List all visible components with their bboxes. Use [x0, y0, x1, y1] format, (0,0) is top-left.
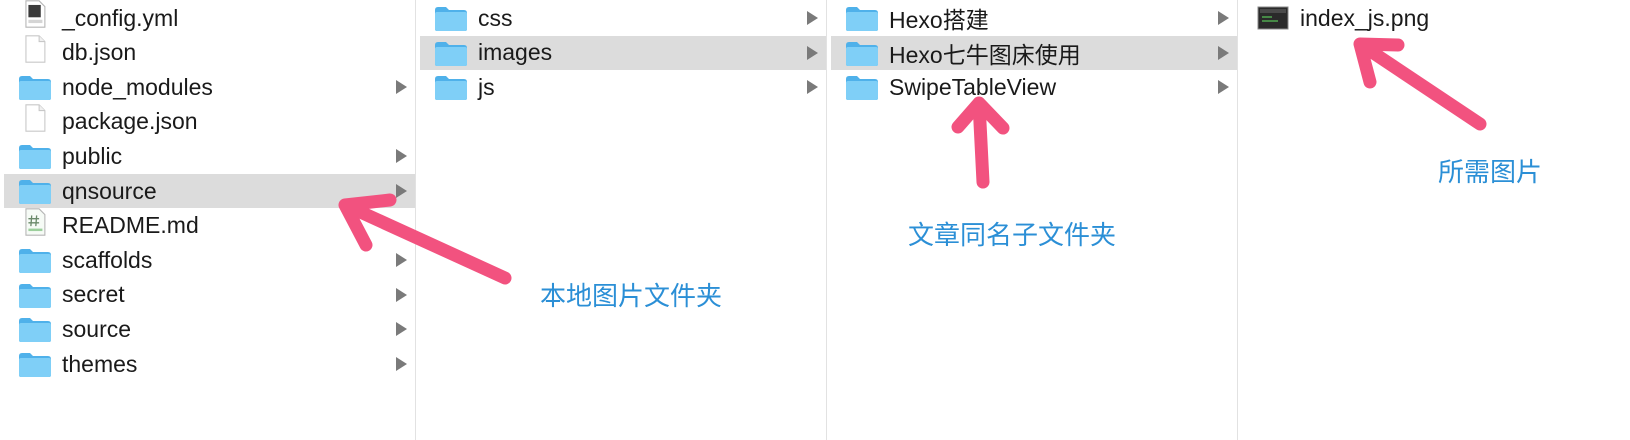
item-label: css — [478, 4, 513, 31]
list-item[interactable]: scaffolds — [4, 243, 415, 277]
item-label: node_modules — [62, 73, 213, 100]
folder-icon — [845, 39, 879, 67]
column-root[interactable]: _config.yml db.json node_modules package.js… — [0, 0, 416, 440]
item-label: package.json — [62, 108, 198, 135]
chevron-right-icon[interactable] — [807, 80, 818, 95]
item-label: js — [478, 73, 495, 100]
folder-icon — [18, 177, 52, 205]
column-article-folder[interactable]: index_js.png — [1238, 0, 1630, 440]
item-label: Hexo搭建 — [889, 7, 989, 33]
folder-icon — [434, 73, 468, 101]
item-label: images — [478, 39, 553, 66]
chevron-right-icon[interactable] — [396, 287, 407, 302]
folder-icon — [18, 246, 52, 274]
annotation-required-image: 所需图片 — [1438, 158, 1543, 188]
chevron-right-icon[interactable] — [396, 80, 407, 95]
list-item[interactable]: public — [4, 139, 415, 173]
list-item[interactable]: package.json — [4, 104, 415, 139]
list-item[interactable]: node_modules — [4, 70, 415, 104]
markdown-file-icon — [18, 207, 52, 240]
blank-file-icon — [18, 104, 52, 136]
folder-icon — [18, 315, 52, 343]
list-item[interactable]: themes — [4, 347, 415, 381]
item-label: Hexo七牛图床使用 — [889, 41, 1081, 68]
blank-file-icon — [18, 34, 52, 67]
item-label: qnsource — [62, 177, 157, 204]
folder-icon — [845, 73, 879, 101]
folder-icon — [434, 4, 468, 32]
item-label: _config.yml — [62, 4, 179, 31]
chevron-right-icon[interactable] — [807, 45, 818, 60]
annotation-same-name-subfolder: 文章同名子文件夹 — [908, 221, 1117, 251]
list-item[interactable]: index_js.png — [1242, 1, 1630, 35]
column-qnsource[interactable]: css images js — [416, 0, 827, 440]
list-item[interactable]: qnsource — [4, 174, 415, 208]
chevron-right-icon[interactable] — [396, 322, 407, 337]
list-item[interactable]: Hexo搭建 — [831, 1, 1237, 35]
item-label: SwipeTableView — [889, 73, 1057, 100]
list-item[interactable]: source — [4, 312, 415, 346]
item-label: secret — [62, 281, 125, 308]
item-label: README.md — [62, 212, 199, 239]
chevron-right-icon[interactable] — [1218, 80, 1229, 95]
list-item[interactable]: _config.yml — [4, 0, 415, 35]
list-item[interactable]: SwipeTableView — [831, 70, 1237, 104]
chevron-right-icon[interactable] — [1218, 11, 1229, 25]
yaml-file-icon — [18, 0, 52, 32]
chevron-right-icon[interactable] — [1218, 45, 1229, 60]
chevron-right-icon[interactable] — [396, 357, 407, 371]
list-item[interactable]: Hexo七牛图床使用 — [831, 35, 1237, 70]
chevron-right-icon[interactable] — [396, 253, 407, 268]
item-label: index_js.png — [1300, 4, 1430, 31]
item-label: public — [62, 142, 123, 169]
annotation-local-image-folder: 本地图片文件夹 — [540, 282, 723, 312]
list-item[interactable]: images — [420, 35, 826, 70]
chevron-right-icon[interactable] — [396, 149, 407, 164]
folder-icon — [18, 73, 52, 101]
folder-icon — [845, 4, 879, 32]
folder-icon — [434, 39, 468, 67]
folder-icon — [18, 281, 52, 309]
image-file-icon — [1256, 4, 1290, 32]
folder-icon — [18, 142, 52, 170]
chevron-right-icon[interactable] — [807, 11, 818, 25]
item-label: scaffolds — [62, 246, 153, 273]
finder-column-browser: _config.yml db.json node_modules package.js… — [0, 0, 1630, 440]
item-label: db.json — [62, 39, 137, 66]
folder-icon — [18, 350, 52, 378]
list-item[interactable]: js — [420, 70, 826, 104]
item-label: themes — [62, 350, 138, 377]
item-label: source — [62, 315, 132, 342]
chevron-right-icon[interactable] — [396, 184, 407, 198]
list-item[interactable]: db.json — [4, 34, 415, 70]
list-item[interactable]: css — [420, 1, 826, 35]
list-item[interactable]: secret — [4, 278, 415, 312]
list-item[interactable]: README.md — [4, 207, 415, 243]
